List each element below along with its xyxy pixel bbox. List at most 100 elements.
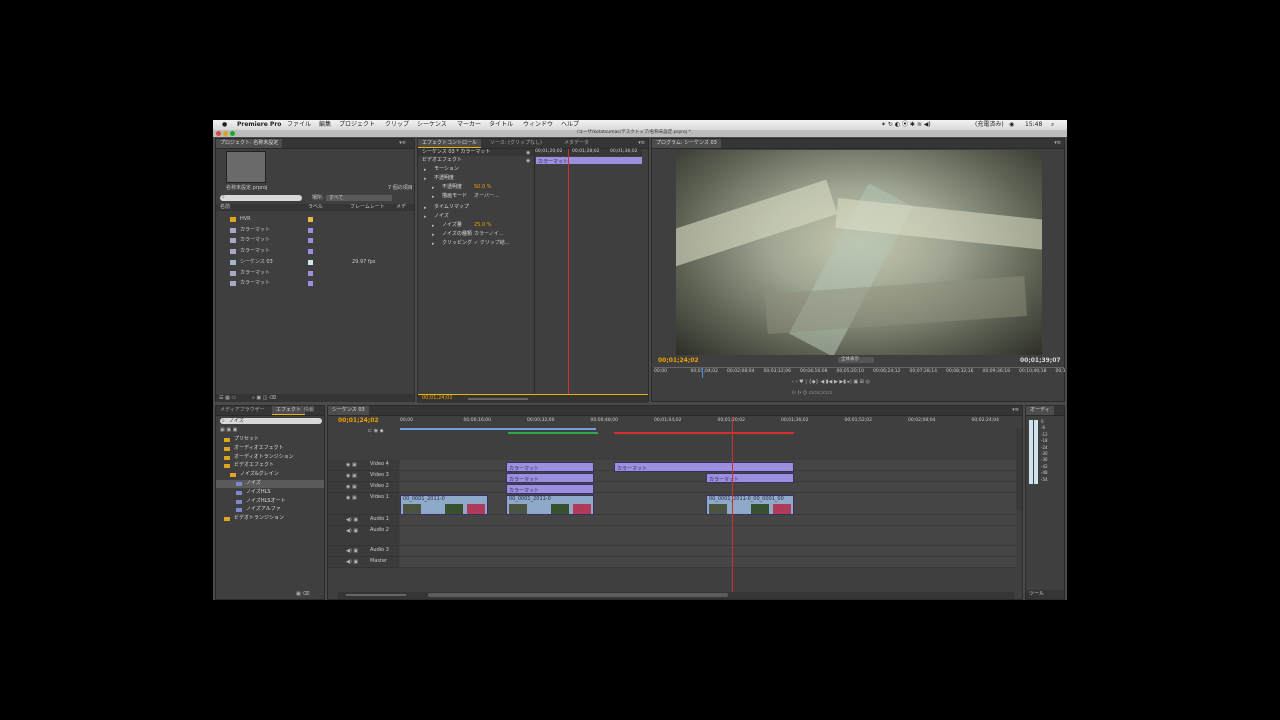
effects-tree-item[interactable]: プリセット [216,436,324,444]
disclosure-triangle-icon[interactable]: ▸ [432,194,435,200]
tab-sequence[interactable]: シーケンス 03 [328,406,369,415]
snap-icon[interactable]: ⊏ ◉ ◆ [368,428,384,434]
video-clip-2[interactable]: 00_0001_2011-0 [506,495,594,515]
track-header[interactable]: ◉ ▣ Video 3 [328,471,399,482]
effects-tree-item[interactable]: ビデオエフェクト [216,462,324,470]
menu-edit[interactable]: 編集 [319,122,331,128]
track-header[interactable]: ◀) ▣ Master [328,557,399,568]
panel-menu-icon[interactable]: ▾≡ [1012,407,1019,413]
tab-tools[interactable]: ツール [1029,592,1044,597]
project-item[interactable]: カラーマット [216,247,414,257]
speaker-icon[interactable]: ◀) ▣ [346,559,358,565]
track-lane[interactable] [400,515,1016,526]
effects-tree-item[interactable]: ノイズ [216,480,324,488]
program-ruler[interactable]: 00;00 00;01;04;02 00;02;08;04 00;03;12;06 00… [654,367,1066,376]
menu-clip[interactable]: クリップ [385,122,409,128]
effects-tree-item[interactable]: ノイズHLSオート [216,498,324,506]
program-timecode[interactable]: 00;01;24;02 [658,358,699,364]
apple-menu-icon[interactable]: ● [222,122,227,128]
matte-clip-v4-b[interactable]: カラーマット [614,462,794,472]
column-framerate[interactable]: フレームレート [350,205,385,210]
project-item[interactable]: カラーマット [216,226,414,236]
speaker-icon[interactable]: ◀) ▣ [346,528,358,534]
menu-title[interactable]: タイトル [489,122,513,128]
menu-file[interactable]: ファイル [287,122,311,128]
tab-project[interactable]: プロジェクト: 名称未設定 [216,139,283,148]
menu-marker[interactable]: マーカー [457,122,481,128]
track-header[interactable]: ◉ ▣ Video 2 [328,482,399,493]
disclosure-triangle-icon[interactable]: ▸ [432,223,435,229]
track-header[interactable]: ◉ ▣ Video 4 [328,460,399,471]
program-playhead[interactable] [702,368,703,378]
column-media[interactable]: メデ [396,205,406,210]
disclosure-triangle-icon[interactable]: ▸ [424,176,427,182]
track-header[interactable]: ◀) ▣ Audio 2 [328,526,399,546]
matte-clip-v3-b[interactable]: カラーマット [706,473,794,483]
effects-tree-item[interactable]: ビデオトランジション [216,515,324,523]
track-lane[interactable] [400,526,1016,546]
effects-search-input[interactable]: ⌕ ノイズ [220,418,322,424]
step-back-icon[interactable]: ‹ › ♥ | {◆} ◀ ▮◀ ▶ ▶▮ ▸| ▣ ⊞ ◎ [792,379,870,385]
menu-project[interactable]: プロジェクト [339,122,375,128]
speaker-icon[interactable]: ◀) ▣ [346,548,358,554]
fit-dropdown[interactable]: 全体表示 [838,357,874,363]
project-item[interactable]: HVR [216,215,414,225]
disclosure-triangle-icon[interactable]: ▸ [432,232,435,238]
timeline-playhead[interactable] [732,417,733,593]
project-item[interactable]: シーケンス 03 29.97 fps [216,258,414,268]
disclosure-triangle-icon[interactable]: ▸ [432,185,435,191]
track-header[interactable]: ◀) ▣ Audio 3 [328,546,399,557]
effect-row-value[interactable]: ✓ クリップ結... [474,241,510,246]
tab-effect-controls[interactable]: エフェクトコントロール [418,139,482,148]
menu-sequence[interactable]: シーケンス [417,122,447,128]
filter-dropdown[interactable]: すべて [326,195,392,201]
list-view-icon[interactable]: ☰ ▦ ▭ [219,395,236,401]
menu-help[interactable]: ヘルプ [561,122,579,128]
matte-clip-v4-a[interactable]: カラーマット [506,462,594,472]
tab-program[interactable]: プログラム: シーケンス 03 [652,139,721,148]
video-clip-1[interactable]: 00_0001_2011-0 [400,495,488,515]
minimize-window-button[interactable] [223,131,228,136]
eye-icon[interactable]: ◉ ▣ [346,495,357,501]
column-label[interactable]: ラベル [308,205,323,210]
project-item[interactable]: カラーマット [216,269,414,279]
zoom-slider[interactable] [468,398,528,400]
effects-tree-item[interactable]: ノイズ&グレイン [216,471,324,479]
accelerated-effects-icon[interactable]: ▣ ▣ ▣ [220,427,237,433]
tab-media-browser[interactable]: メディアブラウザー [216,406,269,415]
eye-icon[interactable]: ◉ ▣ [346,484,357,490]
video-clip-3[interactable]: 00_0001_2011-0_00_0001_00 [706,495,794,515]
project-search-input[interactable]: ⌕ [220,195,302,201]
app-menu[interactable]: Premiere Pro [237,122,281,128]
new-bin-icon[interactable]: ▣ ⌫ [296,591,309,597]
track-lane[interactable] [400,557,1016,568]
effect-row-value[interactable]: 25.0 % [474,223,491,228]
effect-row-value[interactable]: オーバー... [474,194,499,199]
program-video-frame[interactable] [676,150,1042,355]
effects-tree-item[interactable]: ノイズHLS [216,489,324,497]
search-icon[interactable]: ⌕ [1051,122,1054,128]
speaker-icon[interactable]: ◀) ▣ [346,517,358,523]
panel-menu-icon[interactable]: ▾≡ [638,140,645,146]
matte-clip-v2[interactable]: カラーマット [506,484,594,494]
disclosure-triangle-icon[interactable]: ▸ [424,167,427,173]
eye-icon[interactable]: ◉ ▣ [346,473,357,479]
goto-icon[interactable]: ◉ [526,158,530,164]
tab-source[interactable]: ソース: (クリップなし) [486,139,546,148]
goto-icon[interactable]: ◉ [526,150,530,156]
menu-window[interactable]: ウィンドウ [523,122,553,128]
zoom-window-button[interactable] [230,131,235,136]
effect-playhead[interactable] [568,149,569,394]
effects-tree-item[interactable]: オーディオエフェクト [216,445,324,453]
track-lane[interactable] [400,546,1016,557]
project-item[interactable]: カラーマット [216,236,414,246]
track-lane[interactable] [400,482,1016,493]
effect-row[interactable]: ▸ 描画モード オーバー... [418,194,534,204]
timeline-zoom-slider[interactable] [346,594,406,596]
jog-icon[interactable]: ⟨‹ ⟩› ⟨⟩ ▭▭▭▭▭ [792,390,832,396]
tab-metadata[interactable]: メタデータ [560,139,593,148]
effects-tree-item[interactable]: オーディオトランジション [216,454,324,462]
disclosure-triangle-icon[interactable]: ▸ [432,241,435,247]
automate-icon[interactable]: ⌕ ▣ ◫ ⌫ [252,395,276,401]
effect-clip-bar[interactable]: カラーマット [536,157,642,165]
